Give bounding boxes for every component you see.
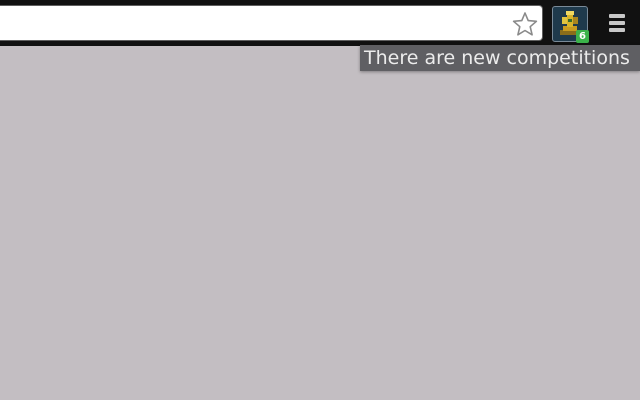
hamburger-menu-icon[interactable] [604,12,630,36]
page-content [0,46,640,400]
extension-tooltip: There are new competitions [360,45,640,71]
address-bar[interactable] [0,5,543,41]
extension-button[interactable]: 6 [552,6,589,43]
notification-badge: 6 [576,30,589,43]
star-icon[interactable] [512,11,538,37]
browser-toolbar: 6 [0,0,640,46]
